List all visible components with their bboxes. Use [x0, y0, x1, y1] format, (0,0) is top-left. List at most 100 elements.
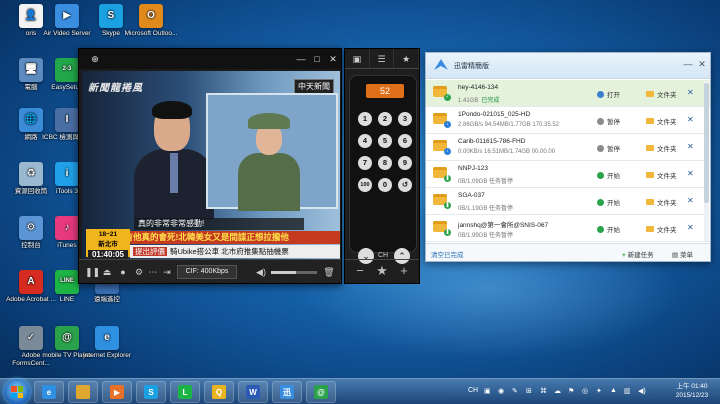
- record-icon[interactable]: ●: [117, 266, 129, 278]
- start-button[interactable]: [4, 379, 30, 404]
- open-folder-button[interactable]: 文件夹: [646, 116, 677, 126]
- exit-icon[interactable]: ⇥: [161, 266, 173, 278]
- download-titlebar[interactable]: 迅雷精簡版 — ✕: [426, 53, 710, 79]
- tray-app-icon[interactable]: ▲: [610, 387, 617, 394]
- taskbar-item[interactable]: [68, 381, 98, 403]
- new-task-button[interactable]: + 新建任务: [622, 249, 654, 259]
- download-manager-window[interactable]: 迅雷精簡版 — ✕ ✓ hey-4146-134 1.41GB 已完成 打开 文件夹 ✕ ↓ 1…: [425, 52, 711, 262]
- remote-key[interactable]: 3: [398, 112, 412, 126]
- network-icon[interactable]: ▥: [624, 387, 631, 395]
- taskbar-item[interactable]: ▶: [102, 381, 132, 403]
- ime-indicator[interactable]: CH: [468, 387, 478, 394]
- delete-icon[interactable]: ✕: [687, 169, 694, 178]
- video-frame[interactable]: 新聞龍捲風 中天新聞 真的非常非常感動! 沒有他真的會死!北韓美女又是間諜正想拉…: [82, 71, 340, 259]
- eject-icon[interactable]: ⏏: [101, 266, 113, 278]
- video-player-window[interactable]: ⊕ — □ ✕ 新聞龍捲風 中天新聞 真的非常非常感動! 沒有他真的會死!北韓美…: [78, 48, 342, 284]
- remote-key[interactable]: 1: [358, 112, 372, 126]
- row-action-button[interactable]: 暂停: [597, 143, 620, 153]
- taskbar-item[interactable]: L: [170, 381, 200, 403]
- remote-tab-icon[interactable]: ▣: [345, 49, 370, 68]
- remote-key[interactable]: 4: [358, 134, 372, 148]
- tray-app-icon[interactable]: ◎: [582, 387, 588, 395]
- tray-app-icon[interactable]: ⌘: [540, 387, 547, 395]
- row-action-button[interactable]: 暂停: [597, 116, 620, 126]
- remote-key[interactable]: 2: [378, 112, 392, 126]
- remote-key[interactable]: 8: [378, 156, 392, 170]
- delete-icon[interactable]: ✕: [687, 88, 694, 97]
- open-folder-button[interactable]: 文件夹: [646, 143, 677, 153]
- player-titlebar[interactable]: ⊕ — □ ✕: [79, 49, 341, 69]
- taskbar-item[interactable]: @: [306, 381, 336, 403]
- tray-app-icon[interactable]: ✎: [512, 387, 518, 395]
- tray-app-icon[interactable]: ◉: [498, 387, 504, 395]
- delete-icon[interactable]: ✕: [687, 115, 694, 124]
- row-action-button[interactable]: 打开: [597, 89, 620, 99]
- taskbar-item[interactable]: e: [34, 381, 64, 403]
- minimize-button[interactable]: —: [295, 53, 307, 65]
- scrollbar-thumb[interactable]: [704, 83, 709, 203]
- delete-icon[interactable]: ✕: [687, 142, 694, 151]
- volume-slider[interactable]: [271, 271, 317, 274]
- menu-button[interactable]: ▤ 菜单: [672, 249, 693, 259]
- download-row[interactable]: ↓ 1Pondo-021015_025-HD 2.86GB/s 94.54MB/1.…: [426, 107, 710, 134]
- download-row[interactable]: ❚ jannshq@第一會所@SNIS-067 0B/1.99GB 任务暂停 开始 文件…: [426, 215, 710, 242]
- remote-key[interactable]: 100: [358, 178, 372, 192]
- row-action-label: 开始: [607, 200, 620, 207]
- inset-video: [206, 93, 338, 211]
- zoom-in-button[interactable]: +: [397, 263, 411, 279]
- row-action-button[interactable]: 开始: [597, 170, 620, 180]
- more-icon[interactable]: ⋯: [147, 266, 159, 278]
- delete-icon[interactable]: ✕: [687, 223, 694, 232]
- row-action-button[interactable]: 开始: [597, 224, 620, 234]
- desktop-icon[interactable]: e Internet Explorer: [80, 326, 134, 360]
- volume-icon[interactable]: ◀): [255, 266, 267, 278]
- desktop-icon[interactable]: O Microsoft Outloo...: [124, 4, 178, 38]
- taskbar-item[interactable]: S: [136, 381, 166, 403]
- clear-completed-link[interactable]: 清空已完成: [431, 249, 464, 259]
- action-icon: [597, 145, 604, 152]
- tray-app-icon[interactable]: ⚑: [568, 387, 574, 395]
- remote-key[interactable]: ↺: [398, 178, 412, 192]
- open-folder-button[interactable]: 文件夹: [646, 197, 677, 207]
- tray-app-icon[interactable]: ✦: [596, 387, 602, 395]
- taskbar-item[interactable]: 迅: [272, 381, 302, 403]
- download-row[interactable]: ↓ Carib-011615-786-FHD 0.00KB/s 16.51MB/1.…: [426, 134, 710, 161]
- globe-icon[interactable]: ⊕: [89, 53, 101, 65]
- zoom-out-button[interactable]: −: [353, 263, 367, 279]
- tray-app-icon[interactable]: ▣: [484, 387, 491, 395]
- clock[interactable]: 上午 01:40 2015/12/23: [670, 382, 714, 400]
- tray-app-icon[interactable]: ⊞: [526, 387, 532, 395]
- open-folder-button[interactable]: 文件夹: [646, 89, 677, 99]
- tray-app-icon[interactable]: ☁: [554, 387, 561, 395]
- taskbar-item[interactable]: Q: [204, 381, 234, 403]
- list-tab-icon[interactable]: ☰: [370, 49, 395, 68]
- remote-key[interactable]: 6: [398, 134, 412, 148]
- delete-icon[interactable]: ✕: [687, 196, 694, 205]
- file-name: hey-4146-134: [458, 84, 499, 91]
- favorite-button[interactable]: ★: [375, 263, 389, 279]
- settings-icon[interactable]: ⚙: [133, 266, 145, 278]
- minimize-button[interactable]: —: [682, 58, 694, 70]
- remote-key[interactable]: 9: [398, 156, 412, 170]
- maximize-button[interactable]: □: [311, 53, 323, 65]
- quality-selector[interactable]: CIF: 400Kbps: [177, 265, 237, 279]
- download-row[interactable]: ❚ NNPJ-123 0B/1.09GB 任务暂停 开始 文件夹 ✕: [426, 161, 710, 188]
- volume-icon[interactable]: ◀): [638, 387, 646, 395]
- scrollbar[interactable]: [704, 81, 709, 241]
- favorites-tab-icon[interactable]: ★: [394, 49, 420, 68]
- remote-key[interactable]: 0: [378, 178, 392, 192]
- open-folder-button[interactable]: 文件夹: [646, 170, 677, 180]
- trash-icon[interactable]: 🗑: [323, 266, 335, 278]
- row-action-button[interactable]: 开始: [597, 197, 620, 207]
- download-row[interactable]: ❚ SGA-037 0B/1.19GB 任务暂停 开始 文件夹 ✕: [426, 188, 710, 215]
- pause-icon[interactable]: ❚❚: [85, 266, 100, 278]
- close-button[interactable]: ✕: [327, 53, 339, 65]
- qq-icon: Q: [212, 385, 226, 399]
- open-folder-button[interactable]: 文件夹: [646, 224, 677, 234]
- close-button[interactable]: ✕: [696, 58, 708, 70]
- remote-key[interactable]: 5: [378, 134, 392, 148]
- taskbar-item[interactable]: W: [238, 381, 268, 403]
- file-progress: 0B/1.09GB 任务暂停: [458, 179, 514, 185]
- download-row[interactable]: ✓ hey-4146-134 1.41GB 已完成 打开 文件夹 ✕: [426, 80, 710, 107]
- remote-key[interactable]: 7: [358, 156, 372, 170]
